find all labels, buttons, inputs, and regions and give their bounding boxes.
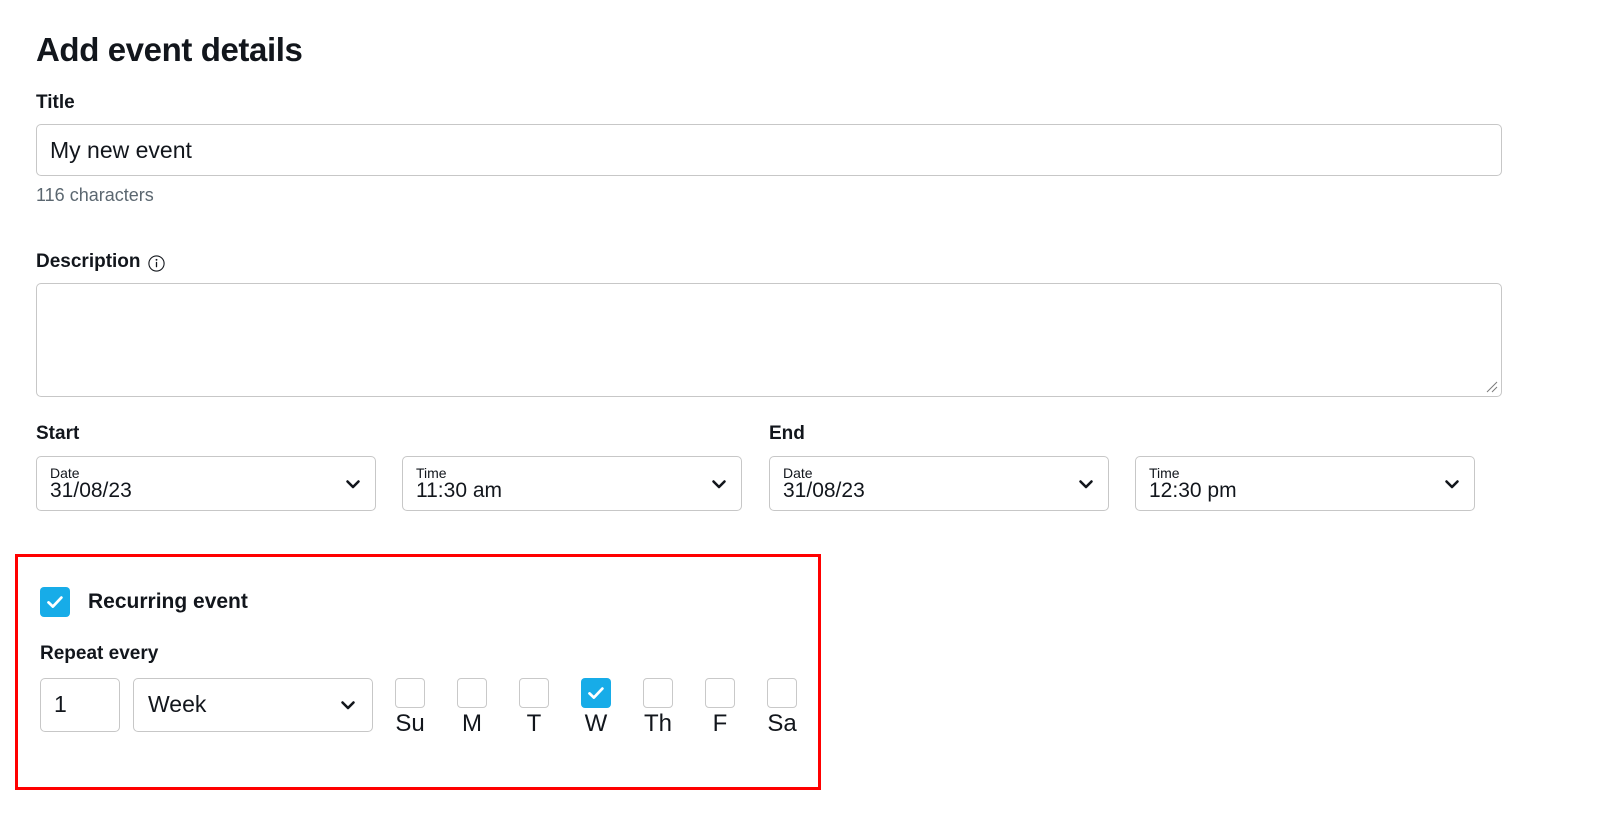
end-date-mini-label: Date — [783, 466, 865, 481]
add-event-details-page: Add event details Title My new event 116… — [0, 0, 1600, 816]
weekday-checkbox-f[interactable] — [705, 678, 735, 708]
weekday-cell-m[interactable]: M — [457, 678, 487, 738]
start-date-select[interactable]: Date 31/08/23 — [36, 456, 376, 511]
start-time-value: 11:30 am — [416, 480, 502, 502]
weekday-label-t: T — [527, 710, 542, 738]
chevron-down-icon[interactable] — [343, 474, 363, 494]
title-character-count: 116 characters — [36, 185, 1564, 207]
page-title: Add event details — [36, 0, 1564, 68]
recurring-event-checkbox-row[interactable]: Recurring event — [40, 587, 818, 617]
weekday-checkbox-m[interactable] — [457, 678, 487, 708]
recurring-event-checkbox[interactable] — [40, 587, 70, 617]
end-label: End — [769, 423, 1475, 446]
schedule-row: Start Date 31/08/23 Time — [36, 423, 1564, 511]
weekday-cell-f[interactable]: F — [705, 678, 735, 738]
start-label: Start — [36, 423, 742, 446]
start-time-mini-label: Time — [416, 466, 502, 481]
weekday-checkbox-t[interactable] — [519, 678, 549, 708]
start-date-value: 31/08/23 — [50, 480, 132, 502]
weekday-cell-t[interactable]: T — [519, 678, 549, 738]
end-date-select[interactable]: Date 31/08/23 — [769, 456, 1109, 511]
title-input[interactable]: My new event — [36, 124, 1502, 176]
check-icon — [44, 591, 66, 613]
title-field-group: Title My new event 116 characters — [36, 92, 1564, 206]
weekday-label-su: Su — [395, 710, 424, 738]
description-field-group: Description — [36, 251, 1564, 398]
weekday-label-f: F — [713, 710, 728, 738]
weekday-checkbox-w[interactable] — [581, 678, 611, 708]
weekday-checkbox-sa[interactable] — [767, 678, 797, 708]
end-group: End Date 31/08/23 Time — [769, 423, 1475, 511]
repeat-every-label: Repeat every — [40, 643, 818, 666]
title-label-text: Title — [36, 92, 75, 115]
start-date-mini-label: Date — [50, 466, 132, 481]
repeat-interval-input[interactable]: 1 — [40, 678, 120, 732]
weekday-checkbox-th[interactable] — [643, 678, 673, 708]
weekday-label-w: W — [585, 710, 608, 738]
repeat-interval-value: 1 — [54, 691, 67, 718]
end-time-value: 12:30 pm — [1149, 480, 1237, 502]
check-icon — [585, 682, 607, 704]
repeat-unit-value: Week — [148, 691, 206, 718]
repeat-controls-row: 1 Week Su — [40, 678, 818, 738]
info-icon[interactable] — [148, 255, 165, 272]
title-input-value: My new event — [50, 137, 192, 164]
end-time-select[interactable]: Time 12:30 pm — [1135, 456, 1475, 511]
weekday-cell-th[interactable]: Th — [643, 678, 673, 738]
recurring-event-label: Recurring event — [88, 590, 248, 614]
chevron-down-icon[interactable] — [1076, 474, 1096, 494]
weekday-cell-w[interactable]: W — [581, 678, 611, 738]
title-label: Title — [36, 92, 1564, 115]
description-textarea[interactable] — [36, 283, 1502, 397]
start-group: Start Date 31/08/23 Time — [36, 423, 742, 511]
weekday-label-th: Th — [644, 710, 672, 738]
weekday-cell-su[interactable]: Su — [395, 678, 425, 738]
weekday-cell-sa[interactable]: Sa — [767, 678, 797, 738]
weekday-label-sa: Sa — [767, 710, 796, 738]
description-label-text: Description — [36, 251, 141, 274]
weekday-checkbox-su[interactable] — [395, 678, 425, 708]
chevron-down-icon[interactable] — [338, 695, 358, 715]
end-time-mini-label: Time — [1149, 466, 1237, 481]
weekday-label-m: M — [462, 710, 482, 738]
chevron-down-icon[interactable] — [1442, 474, 1462, 494]
start-time-select[interactable]: Time 11:30 am — [402, 456, 742, 511]
description-label: Description — [36, 251, 1564, 274]
repeat-unit-select[interactable]: Week — [133, 678, 373, 732]
resize-handle-icon[interactable] — [1485, 380, 1498, 393]
end-date-value: 31/08/23 — [783, 480, 865, 502]
recurring-event-highlight-panel: Recurring event Repeat every 1 Week — [15, 554, 821, 790]
chevron-down-icon[interactable] — [709, 474, 729, 494]
weekday-checkbox-group: Su M T — [395, 678, 797, 738]
